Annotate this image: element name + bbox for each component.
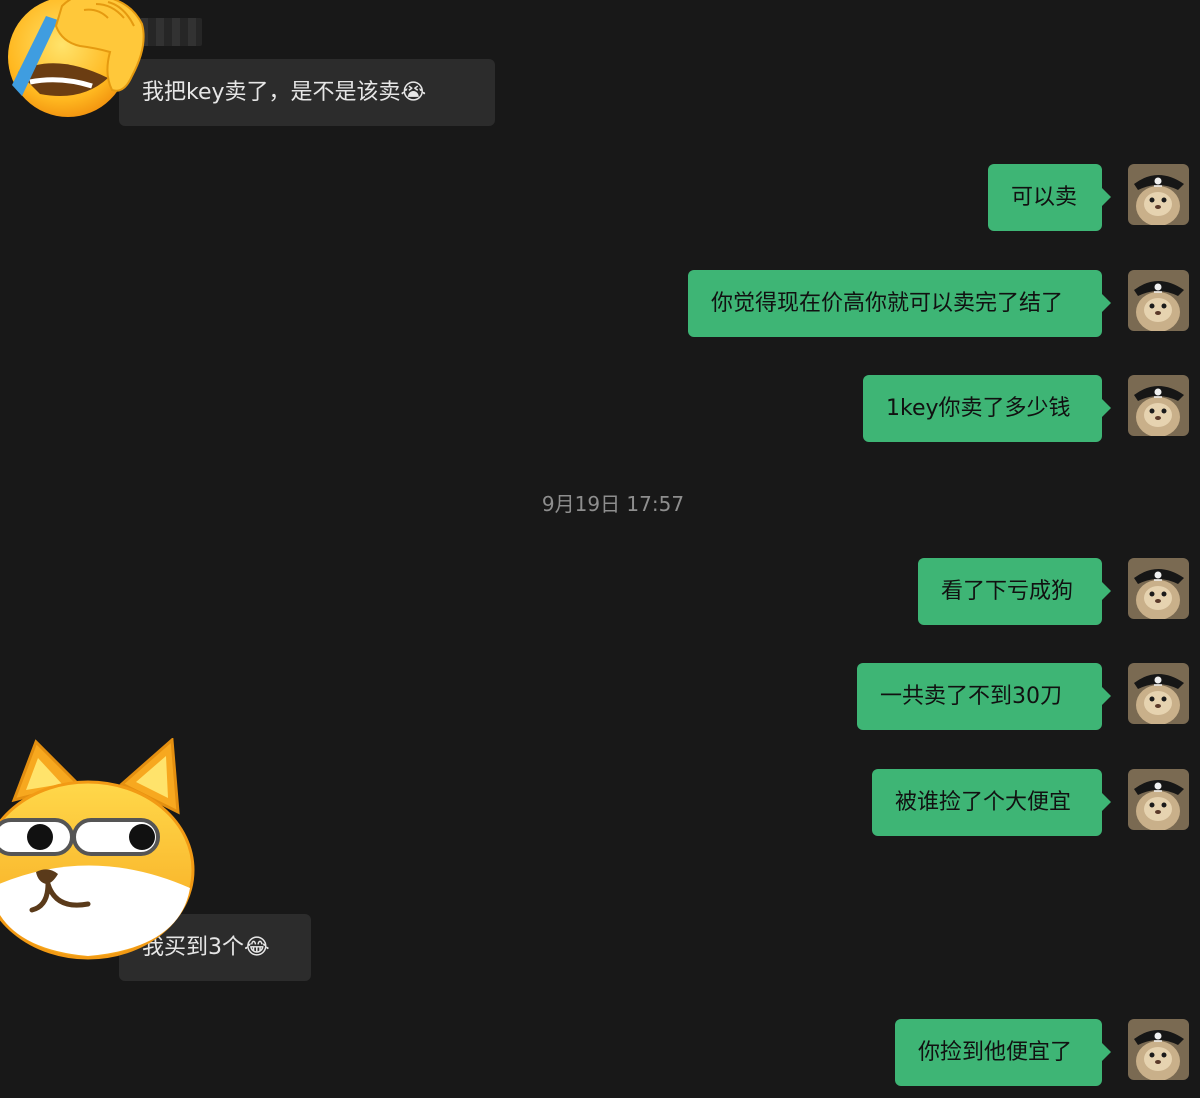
- message-bubble-outgoing[interactable]: 看了下亏成狗: [918, 558, 1111, 625]
- message-text: 一共卖了不到30刀: [880, 684, 1062, 709]
- pirate-cat-avatar-icon[interactable]: [1128, 663, 1189, 724]
- message-text: 你觉得现在价高你就可以卖完了结了: [711, 291, 1064, 316]
- message-text: 1key你卖了多少钱: [886, 396, 1071, 421]
- message-bubble-outgoing[interactable]: 你捡到他便宜了: [895, 1019, 1111, 1086]
- message-text: 看了下亏成狗: [941, 579, 1074, 604]
- message-text: 你捡到他便宜了: [918, 1040, 1073, 1065]
- message-bubble-outgoing[interactable]: 可以卖: [988, 164, 1111, 231]
- message-bubble-incoming[interactable]: 我把key卖了，是不是该卖😭: [119, 59, 495, 126]
- shiba-smirk-emoji-icon[interactable]: [0, 738, 195, 963]
- pirate-cat-avatar-icon[interactable]: [1128, 375, 1189, 436]
- timestamp: 9月19日 17:57: [541, 492, 685, 516]
- message-bubble-outgoing[interactable]: 被谁捡了个大便宜: [872, 769, 1111, 836]
- message-text: 可以卖: [1011, 185, 1078, 210]
- pirate-cat-avatar-icon[interactable]: [1128, 558, 1189, 619]
- facepalm-emoji-icon[interactable]: [0, 0, 150, 125]
- message-bubble-outgoing[interactable]: 你觉得现在价高你就可以卖完了结了: [688, 270, 1111, 337]
- message-bubble-outgoing[interactable]: 一共卖了不到30刀: [857, 663, 1111, 730]
- pirate-cat-avatar-icon[interactable]: [1128, 270, 1189, 331]
- chat-window: 我把key卖了，是不是该卖😭 可以卖 你觉得现在价高你就可以卖完了结了 1key…: [0, 0, 1200, 1098]
- pirate-cat-avatar-icon[interactable]: [1128, 164, 1189, 225]
- message-text: 我把key卖了，是不是该卖😭: [142, 80, 427, 105]
- pirate-cat-avatar-icon[interactable]: [1128, 769, 1189, 830]
- pirate-cat-avatar-icon[interactable]: [1128, 1019, 1189, 1080]
- message-text: 被谁捡了个大便宜: [895, 790, 1072, 815]
- message-bubble-outgoing[interactable]: 1key你卖了多少钱: [863, 375, 1111, 442]
